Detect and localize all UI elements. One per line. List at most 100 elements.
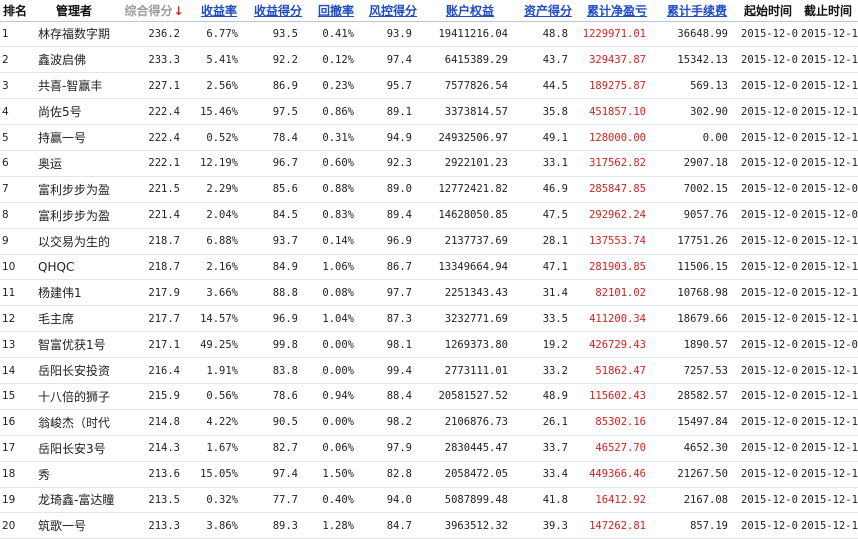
cell-return-rate: 0.32% xyxy=(190,487,248,514)
cell-risk-score: 92.3 xyxy=(364,150,422,177)
header-return-rate[interactable]: 收益率 xyxy=(190,0,248,22)
cell-asset-score: 47.1 xyxy=(518,254,578,281)
cell-fees: 15497.84 xyxy=(656,409,738,436)
cell-start-time: 2015-12-01 xyxy=(738,305,798,333)
cell-fees: 21267.50 xyxy=(656,461,738,488)
cell-equity: 3963512.32 xyxy=(422,512,518,539)
cell-fees: 569.13 xyxy=(656,72,738,100)
cell-return-rate: 15.05% xyxy=(190,461,248,488)
cell-fees: 0.00 xyxy=(656,124,738,151)
cell-drawdown: 0.00% xyxy=(308,409,364,436)
cell-return-score: 78.4 xyxy=(248,124,308,151)
cell-asset-score: 43.7 xyxy=(518,46,578,74)
cell-net-profit: 51862.47 xyxy=(578,357,656,384)
cell-end-time: 2015-12-08 xyxy=(798,202,858,229)
cell-manager: 杨建伟1 xyxy=(30,279,118,307)
cell-risk-score: 86.7 xyxy=(364,254,422,281)
cell-manager: 筑歌一号 xyxy=(30,512,118,539)
header-total-score[interactable]: 综合得分↓ xyxy=(118,0,190,22)
table-row: 4 尚佐5号 222.4 15.46% 97.5 0.86% 89.1 3373814.57 3… xyxy=(0,98,858,126)
table-row: 9 以交易为生的 218.7 6.88% 93.7 0.14% 96.9 2137737.69… xyxy=(0,228,858,255)
cell-total-score: 217.1 xyxy=(118,331,190,359)
cell-manager: 鑫波启佛 xyxy=(30,46,118,74)
header-asset-score[interactable]: 资产得分 xyxy=(518,0,578,22)
cell-drawdown: 0.83% xyxy=(308,202,364,229)
cell-return-score: 84.9 xyxy=(248,254,308,281)
header-return-score[interactable]: 收益得分 xyxy=(248,0,308,22)
cell-rank: 6 xyxy=(0,150,30,177)
cell-equity: 2830445.47 xyxy=(422,435,518,462)
cell-asset-score: 44.5 xyxy=(518,72,578,100)
cell-start-time: 2015-12-01 xyxy=(738,228,798,255)
cell-net-profit: 189275.87 xyxy=(578,72,656,100)
cell-drawdown: 0.88% xyxy=(308,176,364,203)
cell-start-time: 2015-12-01 xyxy=(738,512,798,539)
cell-return-score: 82.7 xyxy=(248,435,308,462)
cell-equity: 2773111.01 xyxy=(422,357,518,384)
cell-drawdown: 0.31% xyxy=(308,124,364,151)
cell-equity: 5087899.48 xyxy=(422,487,518,514)
cell-net-profit: 411200.34 xyxy=(578,305,656,333)
cell-net-profit: 285847.85 xyxy=(578,176,656,203)
cell-fees: 17751.26 xyxy=(656,228,738,255)
cell-return-rate: 5.41% xyxy=(190,46,248,74)
cell-manager: 十八倍的狮子 xyxy=(30,383,118,410)
cell-risk-score: 99.4 xyxy=(364,357,422,384)
cell-equity: 13349664.94 xyxy=(422,254,518,281)
cell-equity: 1269373.80 xyxy=(422,331,518,359)
cell-asset-score: 33.1 xyxy=(518,150,578,177)
header-rank: 排名 xyxy=(0,0,30,22)
table-row: 12 毛主席 217.7 14.57% 96.9 1.04% 87.3 3232771.69 3… xyxy=(0,305,858,333)
cell-equity: 7577826.54 xyxy=(422,72,518,100)
cell-drawdown: 0.40% xyxy=(308,487,364,514)
cell-fees: 18679.66 xyxy=(656,305,738,333)
cell-total-score: 213.3 xyxy=(118,512,190,539)
cell-start-time: 2015-12-01 xyxy=(738,279,798,307)
header-fees[interactable]: 累计手续费 xyxy=(656,0,738,22)
table-row: 8 富利步步为盈 221.4 2.04% 84.5 0.83% 89.4 14628050.8… xyxy=(0,202,858,229)
cell-start-time: 2015-12-01 xyxy=(738,409,798,436)
cell-net-profit: 1229971.01 xyxy=(578,21,656,48)
cell-drawdown: 0.14% xyxy=(308,228,364,255)
cell-drawdown: 1.04% xyxy=(308,305,364,333)
cell-return-rate: 2.29% xyxy=(190,176,248,203)
cell-total-score: 222.1 xyxy=(118,150,190,177)
cell-return-rate: 3.66% xyxy=(190,279,248,307)
cell-rank: 15 xyxy=(0,383,30,410)
cell-end-time: 2015-12-10 xyxy=(798,512,858,539)
cell-return-score: 96.7 xyxy=(248,150,308,177)
table-row: 10 QHQC 218.7 2.16% 84.9 1.06% 86.7 13349664.94… xyxy=(0,254,858,281)
cell-rank: 13 xyxy=(0,331,30,359)
header-risk-score[interactable]: 风控得分 xyxy=(364,0,422,22)
cell-total-score: 222.4 xyxy=(118,124,190,151)
cell-manager: 富利步步为盈 xyxy=(30,202,118,229)
cell-return-rate: 3.86% xyxy=(190,512,248,539)
cell-equity: 2922101.23 xyxy=(422,150,518,177)
cell-start-time: 2015-12-01 xyxy=(738,21,798,48)
cell-total-score: 215.9 xyxy=(118,383,190,410)
cell-risk-score: 88.4 xyxy=(364,383,422,410)
cell-rank: 2 xyxy=(0,46,30,74)
cell-equity: 24932506.97 xyxy=(422,124,518,151)
cell-risk-score: 97.9 xyxy=(364,435,422,462)
cell-drawdown: 1.50% xyxy=(308,461,364,488)
cell-start-time: 2015-12-01 xyxy=(738,357,798,384)
header-drawdown[interactable]: 回撤率 xyxy=(308,0,364,22)
cell-manager: 智富优获1号 xyxy=(30,331,118,359)
cell-start-time: 2015-12-01 xyxy=(738,487,798,514)
cell-return-score: 84.5 xyxy=(248,202,308,229)
table-row: 16 翁峻杰（时代 214.8 4.22% 90.5 0.00% 98.2 2106876.7… xyxy=(0,409,858,436)
cell-net-profit: 85302.16 xyxy=(578,409,656,436)
cell-end-time: 2015-12-04 xyxy=(798,331,858,359)
cell-manager: 持赢一号 xyxy=(30,124,118,151)
cell-fees: 15342.13 xyxy=(656,46,738,74)
cell-equity: 14628050.85 xyxy=(422,202,518,229)
cell-equity: 3232771.69 xyxy=(422,305,518,333)
cell-asset-score: 28.1 xyxy=(518,228,578,255)
header-equity[interactable]: 账户权益 xyxy=(422,0,518,22)
cell-start-time: 2015-12-01 xyxy=(738,383,798,410)
cell-total-score: 221.4 xyxy=(118,202,190,229)
cell-risk-score: 98.1 xyxy=(364,331,422,359)
cell-manager: 尚佐5号 xyxy=(30,98,118,126)
header-net-profit[interactable]: 累计净盈亏 xyxy=(578,0,656,22)
